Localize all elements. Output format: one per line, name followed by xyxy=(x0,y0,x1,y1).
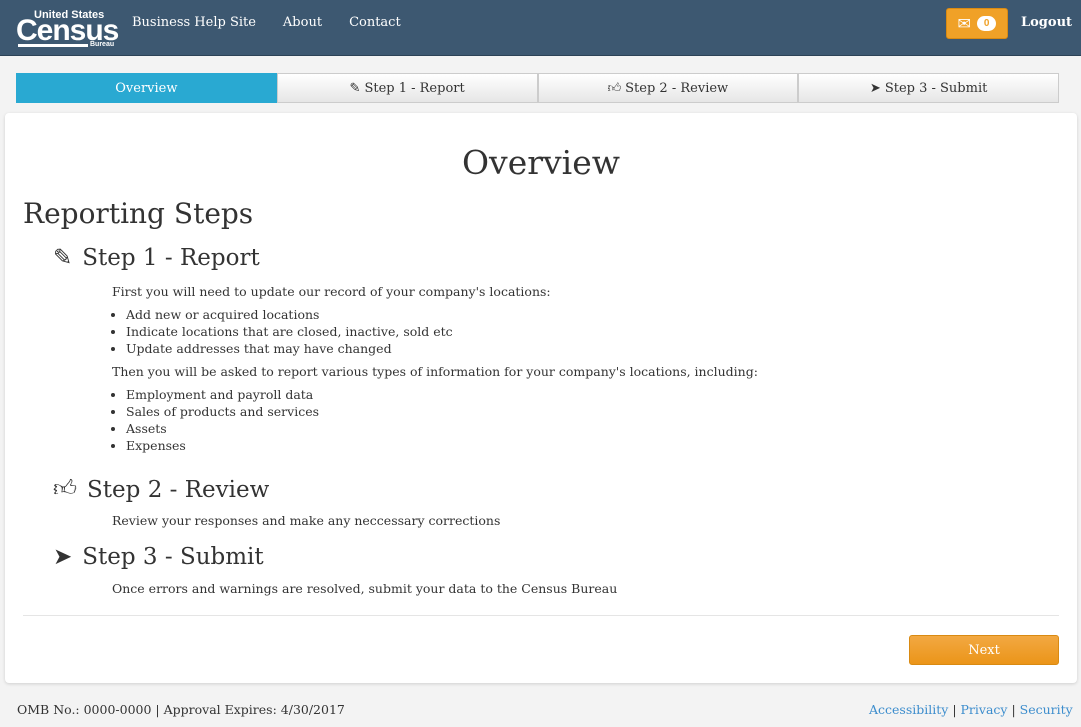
tab-label: Overview xyxy=(115,80,178,96)
nav-business-help[interactable]: Business Help Site xyxy=(132,15,256,30)
nav-contact[interactable]: Contact xyxy=(349,15,401,30)
list-item: Update addresses that may have changed xyxy=(126,340,758,357)
step1-heading: ✎ Step 1 - Report xyxy=(53,245,260,271)
step3-text: Once errors and warnings are resolved, s… xyxy=(112,581,618,596)
pencil-icon: ✎ xyxy=(53,245,73,271)
thumbs-up-icon: 👍︎ xyxy=(53,476,78,502)
list-item: Sales of products and services xyxy=(126,403,758,420)
list-item: Indicate locations that are closed, inac… xyxy=(126,323,758,340)
security-link[interactable]: Security xyxy=(1020,702,1073,717)
tab-label: Step 1 - Report xyxy=(364,80,465,96)
logout-link[interactable]: Logout xyxy=(1021,15,1072,30)
section-title: Reporting Steps xyxy=(23,197,254,230)
footer-links: Accessibility | Privacy | Security xyxy=(869,702,1073,717)
step-text: First you will need to update our record… xyxy=(112,284,551,299)
step-title: Step 3 - Submit xyxy=(82,544,264,570)
messages-button[interactable]: ✉ 0 xyxy=(946,8,1008,39)
divider xyxy=(23,615,1059,616)
tab-label: Step 2 - Review xyxy=(625,80,729,96)
step3-heading: ➤ Step 3 - Submit xyxy=(53,544,264,570)
list-item: Assets xyxy=(126,420,758,437)
list-item: Employment and payroll data xyxy=(126,386,758,403)
tab-step3[interactable]: ➤ Step 3 - Submit xyxy=(798,73,1059,103)
tab-label: Step 3 - Submit xyxy=(884,80,988,96)
step-text: Then you will be asked to report various… xyxy=(112,364,758,379)
next-button[interactable]: Next xyxy=(909,635,1059,665)
tab-step2[interactable]: 👍︎ Step 2 - Review xyxy=(537,73,799,103)
accessibility-link[interactable]: Accessibility xyxy=(869,702,948,717)
paper-plane-icon: ➤ xyxy=(869,80,881,96)
step-tabs: Overview ✎ Step 1 - Report 👍︎ Step 2 - Rev… xyxy=(16,73,1059,103)
paper-plane-icon: ➤ xyxy=(53,544,73,570)
privacy-link[interactable]: Privacy xyxy=(961,702,1008,717)
top-navbar: United States Census Bureau Business Hel… xyxy=(0,0,1081,56)
content-card: Overview Reporting Steps ✎ Step 1 - Repor… xyxy=(5,113,1077,683)
page-title: Overview xyxy=(462,143,620,182)
pencil-icon: ✎ xyxy=(349,80,361,96)
message-count-badge: 0 xyxy=(976,16,997,31)
logo-text: Bureau xyxy=(90,41,115,48)
step2-text: Review your responses and make any necce… xyxy=(112,513,501,528)
list-item: Add new or acquired locations xyxy=(126,306,758,323)
step2-heading: 👍︎ Step 2 - Review xyxy=(53,476,269,503)
nav-about[interactable]: About xyxy=(283,15,322,30)
tab-step1[interactable]: ✎ Step 1 - Report xyxy=(276,73,538,103)
tab-overview[interactable]: Overview xyxy=(16,73,277,103)
step-title: Step 1 - Report xyxy=(82,245,260,271)
list-item: Expenses xyxy=(126,437,758,454)
step-title: Step 2 - Review xyxy=(87,476,270,503)
thumbs-up-icon: 👍︎ xyxy=(607,80,622,96)
step1-body: First you will need to update our record… xyxy=(112,283,758,460)
envelope-icon: ✉ xyxy=(957,14,971,33)
omb-info: OMB No.: 0000-0000 | Approval Expires: 4… xyxy=(17,702,345,717)
